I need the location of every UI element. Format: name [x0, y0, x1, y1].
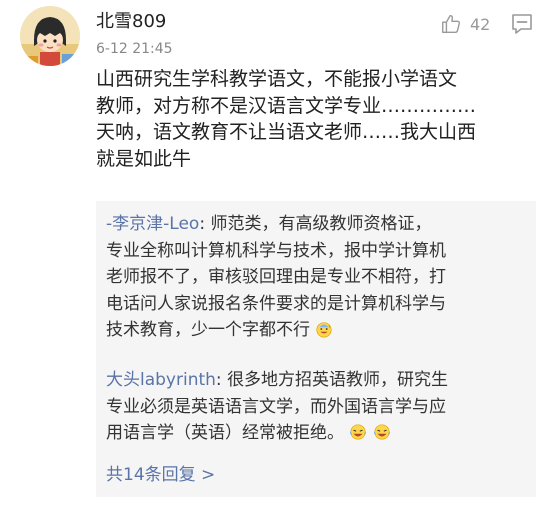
reply-text-line: 师范类，有高级教师资格证， [210, 214, 432, 234]
comment-text-line: 就是如此牛 [96, 147, 192, 170]
reply-text-line: 很多地方招英语教师，研究生 [227, 370, 449, 390]
crying-laughing-emoji-icon [373, 423, 391, 450]
reply-item[interactable]: 大头labyrinth: 很多地方招英语教师，研究生 专业必须是英语语言文学，而… [106, 367, 532, 450]
reply-colon: : [215, 370, 228, 390]
reply-text-line: 专业必须是英语语言文学，而外国语言学与应 [106, 396, 446, 417]
reply-text-line: 用语言学（英语）经常被拒绝。 [106, 423, 344, 443]
thumbs-up-icon [442, 14, 461, 33]
reply-text-line: 电话问人家说报名条件要求的是计算机科学与 [106, 293, 446, 314]
reply-author[interactable]: 大头labyrinth [106, 370, 216, 390]
avatar-cartoon-girl-icon [20, 6, 80, 66]
reply-text-line: 专业全称叫计算机科学与技术，报中学计算机 [106, 240, 446, 261]
reply-text-line: 老师报不了，审核驳回理由是专业不相符，打 [106, 267, 446, 287]
like-button[interactable]: 42 [440, 11, 490, 37]
comment-text-line: 教师，对方称不是汉语言文学专业…………… [96, 94, 477, 117]
comment-text-line: 山西研究生学科教学语文，不能报小学语文 [96, 68, 458, 90]
comment-text: 山西研究生学科教学语文，不能报小学语文 教师，对方称不是汉语言文学专业……………… [96, 66, 536, 172]
user-name[interactable]: 北雪809 [96, 10, 166, 34]
like-count: 42 [470, 14, 491, 34]
reply-author[interactable]: -李京津-Leo [106, 214, 199, 234]
comment-text-line: 天呐，语文教育不让当语文老师……我大山西 [96, 121, 477, 143]
reply-text-line: 技术教育，少一个字都不行 [106, 320, 310, 340]
replies-panel: -李京津-Leo: 师范类，有高级教师资格证， 专业全称叫计算机科学与技术，报中… [96, 201, 536, 497]
reply-item[interactable]: -李京津-Leo: 师范类，有高级教师资格证， 专业全称叫计算机科学与技术，报中… [106, 211, 532, 347]
comment-bubble-icon [512, 14, 532, 34]
reply-colon: : [199, 214, 211, 234]
comment-timestamp: 6-12 21:45 [96, 41, 173, 57]
avatar[interactable] [20, 6, 80, 66]
reply-comment-button[interactable] [510, 13, 534, 35]
crying-laughing-emoji-icon [349, 423, 367, 450]
view-more-replies-link[interactable]: 共14条回复 > [106, 463, 215, 487]
sweat-smile-emoji-icon [315, 320, 333, 347]
